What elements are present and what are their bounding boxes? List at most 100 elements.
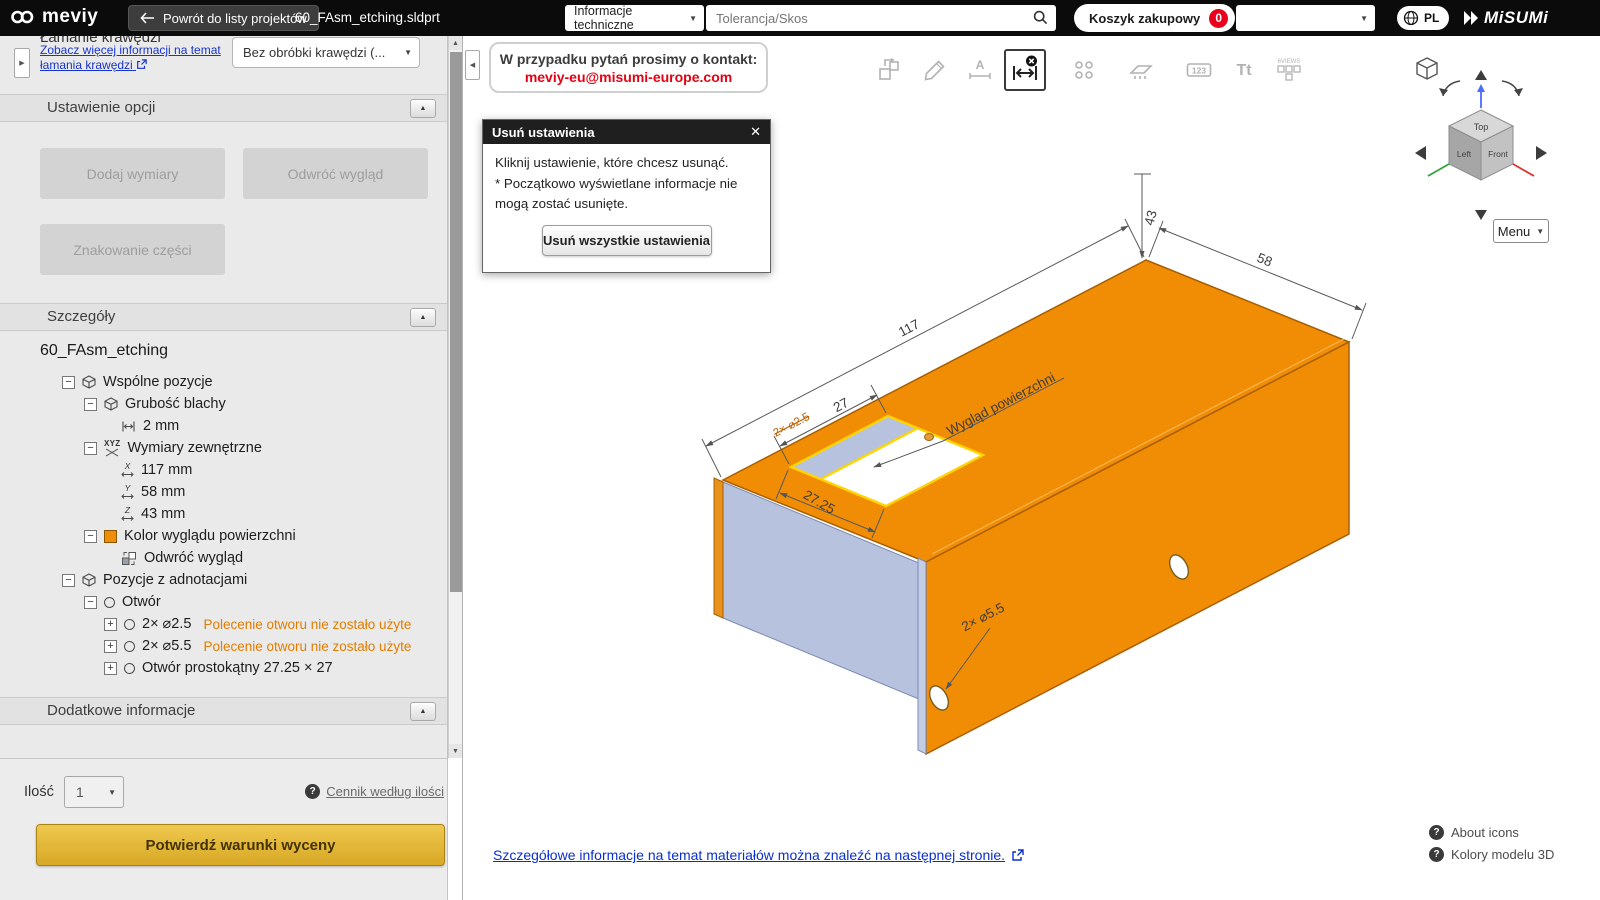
text-annotation-tool-button[interactable]: Tt: [1223, 49, 1265, 91]
tree-item[interactable]: +2× ⌀2.5Polecenie otworu nie zostało uży…: [0, 613, 440, 635]
cube-face-front-label[interactable]: Front: [1488, 149, 1508, 159]
rotate-up-arrow[interactable]: [1475, 70, 1487, 80]
close-icon[interactable]: ✕: [750, 124, 761, 140]
tree-expander-icon[interactable]: −: [84, 442, 97, 455]
back-to-projects-button[interactable]: Powrót do listy projektów: [128, 5, 319, 31]
tree-item-label: Wspólne pozycje: [103, 374, 213, 390]
collapse-section-button[interactable]: ▲: [410, 308, 436, 327]
thickness-icon: [121, 419, 136, 434]
contact-email-link[interactable]: meviy-eu@misumi-europe.com: [525, 69, 732, 85]
six-views-tool-button[interactable]: 6VIEWS: [1268, 49, 1310, 91]
tree-expander-icon[interactable]: +: [104, 662, 117, 675]
tree-item[interactable]: +2× ⌀5.5Polecenie otworu nie zostało uży…: [0, 635, 440, 657]
dimension-text-tool-button[interactable]: A: [959, 49, 1001, 91]
tree-item-label: 2× ⌀5.5: [142, 638, 191, 654]
tree-item[interactable]: −Grubość blachy: [0, 393, 440, 415]
tree-item[interactable]: −Otwór: [0, 591, 440, 613]
part-marking-button[interactable]: Znakowanie części: [40, 224, 225, 275]
tree-item[interactable]: − Kolor wyglądu powierzchni: [0, 525, 440, 547]
tree-item[interactable]: − Wspólne pozycje: [0, 371, 440, 393]
tree-item[interactable]: − Pozycje z adnotacjami: [0, 569, 440, 591]
tree-item[interactable]: Odwróć wygląd: [0, 547, 440, 569]
confirm-quote-button[interactable]: Potwierdź warunki wyceny: [36, 824, 445, 866]
delete-all-settings-button[interactable]: Usuń wszystkie ustawienia: [542, 225, 712, 256]
chevron-down-icon: ▼: [1536, 227, 1544, 236]
invert-appearance-icon: [121, 551, 137, 566]
cube-face-left-label[interactable]: Left: [1457, 149, 1472, 159]
invert-appearance-tool-button[interactable]: [869, 49, 911, 91]
delete-settings-popup: Usuń ustawienia ✕ Kliknij ustawienie, kt…: [482, 119, 771, 273]
rotate-cw-icon[interactable]: [1502, 81, 1523, 96]
dim-small-holes-label[interactable]: 2× ⌀2.5: [771, 411, 811, 440]
tree-item-label: 117 mm: [141, 462, 192, 478]
quantity-dropdown[interactable]: 1 ▼: [64, 776, 124, 808]
dim-length-label[interactable]: 117: [896, 316, 922, 339]
surface-finish-tool-button[interactable]: [1120, 49, 1162, 91]
tree-item[interactable]: 2 mm: [0, 415, 440, 437]
tree-expander-icon[interactable]: −: [62, 376, 75, 389]
dim-rect-hole-width-label[interactable]: 27: [831, 395, 851, 415]
panel-collapse-handle[interactable]: ▶: [14, 48, 30, 78]
view-cube[interactable]: Top Left Front: [1449, 110, 1513, 180]
collapse-section-button[interactable]: ▲: [410, 702, 436, 721]
language-selector[interactable]: PL: [1397, 6, 1449, 30]
search-input[interactable]: [706, 5, 1056, 31]
viewer-pane-collapse-handle[interactable]: ◀: [465, 50, 480, 80]
iso-view-icon[interactable]: [1417, 58, 1437, 79]
tree-item[interactable]: Y58 mm: [0, 481, 440, 503]
add-dimension-tool-button[interactable]: [914, 49, 956, 91]
about-icons-link[interactable]: ? About icons: [1429, 825, 1554, 840]
viewer-menu-button[interactable]: Menu ▼: [1493, 219, 1549, 243]
rotate-right-arrow[interactable]: [1536, 146, 1547, 160]
tree-expander-icon[interactable]: +: [104, 618, 117, 631]
tree-item-label: 2× ⌀2.5: [142, 616, 191, 632]
viewer-toolbar: A 123 Tt 6VIEWS: [869, 49, 1310, 91]
dim-height-label[interactable]: 43: [1141, 209, 1159, 227]
model-colors-link[interactable]: ? Kolory modelu 3D: [1429, 847, 1554, 862]
delete-dimension-tool-button[interactable]: [1004, 49, 1046, 91]
tree-expander-icon[interactable]: +: [104, 640, 117, 653]
viewer-help-links: ? About icons ? Kolory modelu 3D: [1429, 825, 1554, 862]
rotate-ccw-icon[interactable]: [1439, 81, 1460, 96]
rotate-down-arrow[interactable]: [1475, 210, 1487, 220]
tree-expander-icon[interactable]: −: [62, 574, 75, 587]
part-numbering-tool-button[interactable]: 123: [1178, 49, 1220, 91]
add-dimensions-button[interactable]: Dodaj wymiary: [40, 148, 225, 199]
tree-item[interactable]: Z43 mm: [0, 503, 440, 525]
hole-options-tool-button[interactable]: [1063, 49, 1105, 91]
tree-expander-icon[interactable]: −: [84, 398, 97, 411]
rotate-left-arrow[interactable]: [1415, 146, 1426, 160]
popup-body-line1: Kliknij ustawienie, które chcesz usunąć.: [495, 155, 729, 170]
tree-root-label: 60_FAsm_etching: [40, 342, 168, 360]
scroll-down-arrow[interactable]: ▼: [449, 744, 462, 758]
invert-appearance-button[interactable]: Odwróć wygląd: [243, 148, 428, 199]
header-dropdown[interactable]: ▼: [1236, 5, 1375, 31]
xyz-axes-icon: XYZ: [104, 440, 120, 457]
scrollbar-thumb[interactable]: [450, 52, 462, 592]
cart-button[interactable]: Koszyk zakupowy 0: [1074, 4, 1235, 32]
contact-box: W przypadku pytań prosimy o kontakt: mev…: [489, 42, 768, 93]
tree-item[interactable]: X117 mm: [0, 459, 440, 481]
cube-face-top-label[interactable]: Top: [1474, 122, 1489, 132]
axis-icon: Z: [121, 507, 134, 522]
pricing-by-quantity-link[interactable]: ? Cennik według ilości: [305, 784, 444, 799]
search-icon[interactable]: [1033, 10, 1048, 30]
tree-expander-icon[interactable]: −: [84, 596, 97, 609]
tree-expander-icon[interactable]: −: [84, 530, 97, 543]
globe-icon: [1403, 10, 1419, 26]
edge-treatment-dropdown[interactable]: Bez obróbki krawędzi (... ▼: [232, 37, 420, 68]
collapse-section-button[interactable]: ▲: [410, 99, 436, 118]
sidebar-scrollbar[interactable]: ▲ ▼: [448, 36, 462, 758]
tree-item-label: Pozycje z adnotacjami: [103, 572, 247, 588]
tree-item[interactable]: +Otwór prostokątny 27.25 × 27: [0, 657, 440, 679]
scroll-up-arrow[interactable]: ▲: [449, 36, 462, 50]
materials-info-link[interactable]: Szczegółowe informacje na temat materiał…: [493, 847, 1024, 863]
top-bar: meviy Powrót do listy projektów 60_FAsm_…: [0, 0, 1600, 36]
tree-item-label: Kolor wyglądu powierzchni: [124, 528, 296, 544]
edge-treatment-info-link[interactable]: Zobacz więcej informacji na temat łamani…: [40, 43, 245, 73]
svg-text:Tt: Tt: [1236, 62, 1252, 79]
dim-width-label[interactable]: 58: [1255, 250, 1275, 270]
technical-info-dropdown[interactable]: Informacje techniczne ▼: [565, 5, 704, 31]
search-box: [706, 5, 1056, 31]
tree-item[interactable]: −XYZWymiary zewnętrzne: [0, 437, 440, 459]
